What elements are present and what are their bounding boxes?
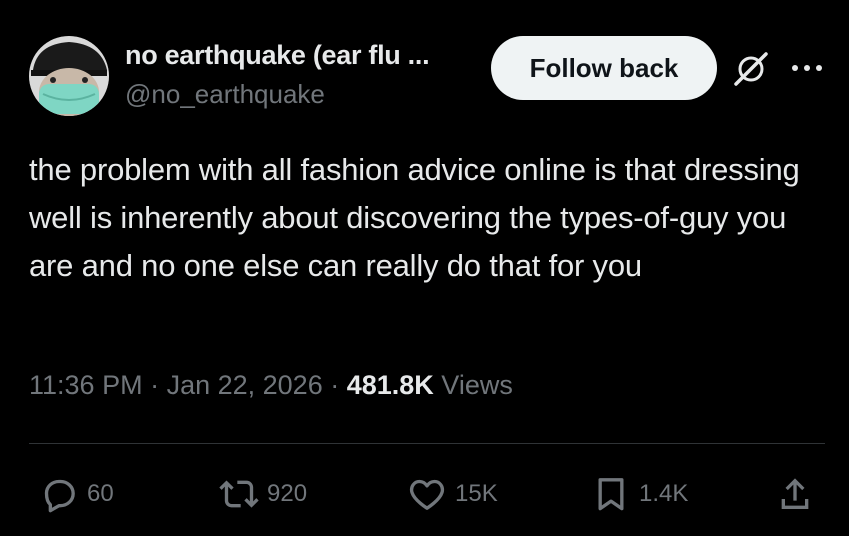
share-icon bbox=[781, 478, 809, 509]
tweet-meta: 11:36 PM · Jan 22, 2026 · 481.8K Views bbox=[29, 370, 513, 401]
action-bar: 60 920 15K 1.4K bbox=[29, 474, 825, 514]
like-button[interactable]: 15K bbox=[407, 474, 498, 514]
bookmark-count: 1.4K bbox=[639, 480, 689, 507]
repost-count: 920 bbox=[267, 480, 308, 507]
author-names: no earthquake (ear flu ... @no_earthquak… bbox=[125, 40, 430, 110]
divider bbox=[29, 443, 825, 444]
more-dots-icon[interactable] bbox=[789, 56, 825, 80]
heart-icon bbox=[409, 479, 445, 510]
slash-circle-icon[interactable] bbox=[732, 50, 770, 88]
meta-separator: · bbox=[142, 370, 167, 400]
tweet-time[interactable]: 11:36 PM bbox=[29, 370, 143, 400]
tweet-date[interactable]: Jan 22, 2026 bbox=[167, 370, 323, 400]
masked-person-avatar-icon bbox=[29, 36, 109, 116]
reply-button[interactable]: 60 bbox=[39, 474, 114, 514]
meta-separator-2: · bbox=[322, 370, 347, 400]
like-count: 15K bbox=[455, 480, 498, 507]
avatar[interactable] bbox=[29, 36, 109, 116]
tweet-header: no earthquake (ear flu ... @no_earthquak… bbox=[29, 36, 825, 116]
views-label: Views bbox=[433, 370, 513, 400]
display-name[interactable]: no earthquake (ear flu ... bbox=[125, 40, 430, 71]
views-count[interactable]: 481.8K bbox=[347, 370, 434, 400]
bookmark-button[interactable]: 1.4K bbox=[591, 474, 688, 514]
bookmark-icon bbox=[598, 478, 624, 511]
tweet-text: the problem with all fashion advice onli… bbox=[29, 152, 800, 283]
repost-button[interactable]: 920 bbox=[219, 474, 307, 514]
reply-count: 60 bbox=[87, 480, 114, 507]
share-button[interactable] bbox=[775, 474, 815, 514]
reply-icon bbox=[44, 479, 75, 513]
handle[interactable]: @no_earthquake bbox=[125, 79, 429, 110]
follow-back-button[interactable]: Follow back bbox=[491, 36, 717, 100]
repost-icon bbox=[219, 480, 259, 508]
